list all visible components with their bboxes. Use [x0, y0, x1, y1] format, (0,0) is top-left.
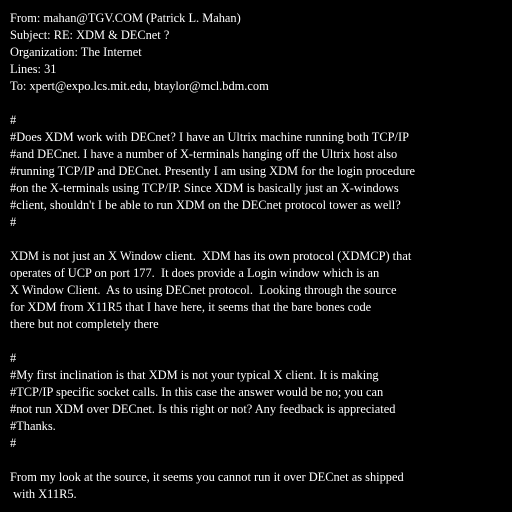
- reply-line: X Window Client. As to using DECnet prot…: [10, 283, 397, 297]
- quoted-line: #running TCP/IP and DECnet. Presently I …: [10, 164, 416, 178]
- reply-line: for XDM from X11R5 that I have here, it …: [10, 300, 372, 314]
- quoted-line: #: [10, 215, 17, 229]
- header-subject: Subject: RE: XDM & DECnet ?: [10, 28, 170, 42]
- header-lines: Lines: 31: [10, 62, 57, 76]
- quoted-line: #Thanks.: [10, 419, 56, 433]
- reply-line: there but not completely there: [10, 317, 159, 331]
- quoted-line: #: [10, 436, 17, 450]
- quoted-line: #client, shouldn't I be able to run XDM …: [10, 198, 401, 212]
- header-from: From: mahan@TGV.COM (Patrick L. Mahan): [10, 11, 241, 25]
- quoted-line: #: [10, 113, 17, 127]
- quoted-line: #not run XDM over DECnet. Is this right …: [10, 402, 396, 416]
- quoted-line: #and DECnet. I have a number of X-termin…: [10, 147, 398, 161]
- reply-line: operates of UCP on port 177. It does pro…: [10, 266, 380, 280]
- reply-line: From my look at the source, it seems you…: [10, 470, 404, 484]
- header-organization: Organization: The Internet: [10, 45, 142, 59]
- header-to: To: xpert@expo.lcs.mit.edu, btaylor@mcl.…: [10, 79, 269, 93]
- reply-line: XDM is not just an X Window client. XDM …: [10, 249, 412, 263]
- quoted-line: #on the X-terminals using TCP/IP. Since …: [10, 181, 399, 195]
- quoted-line: #My first inclination is that XDM is not…: [10, 368, 379, 382]
- quoted-line: #TCP/IP specific socket calls. In this c…: [10, 385, 384, 399]
- quoted-line: #: [10, 351, 17, 365]
- quoted-line: #Does XDM work with DECnet? I have an Ul…: [10, 130, 409, 144]
- reply-line: with X11R5.: [10, 487, 77, 501]
